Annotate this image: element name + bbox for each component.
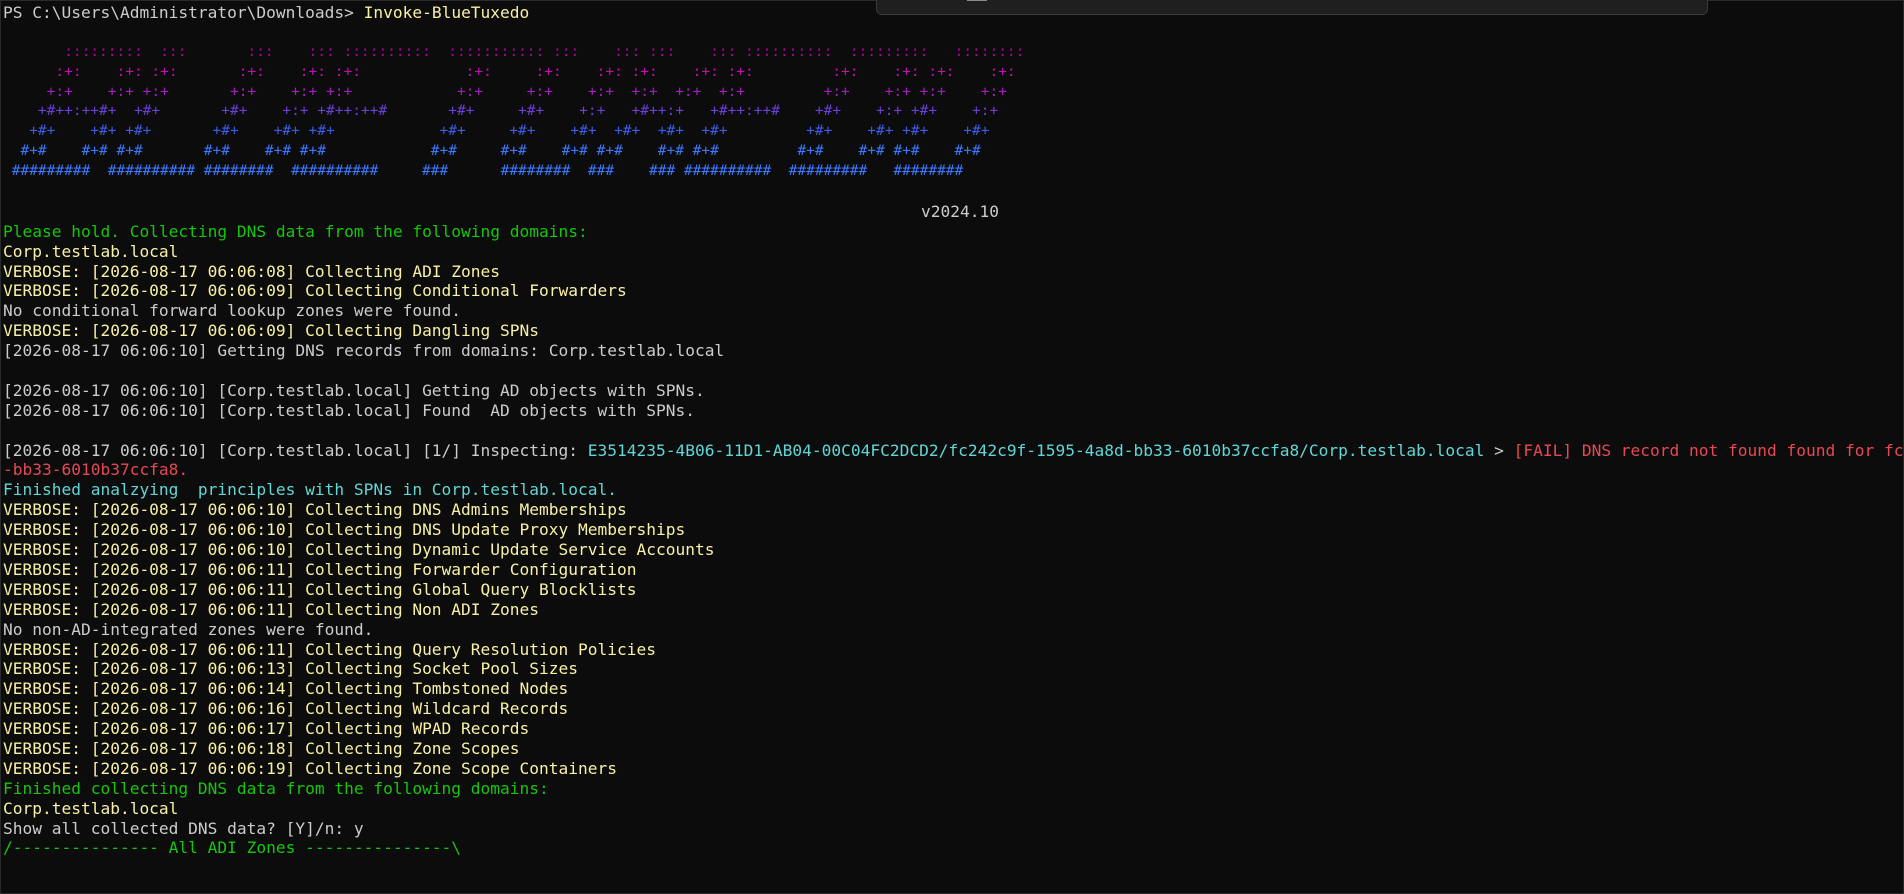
verbose-line: VERBOSE: [2026-08-17 06:06:13] Collectin… xyxy=(3,659,578,679)
banner-line: :+: :+: :+: :+: :+: :+: :+: :+: :+: :+: … xyxy=(3,63,1016,80)
output-line: Please hold. Collecting DNS data from th… xyxy=(3,221,588,241)
input-prompt-line[interactable]: Show all collected DNS data? [Y]/n: y xyxy=(3,819,1903,839)
banner-line: +#++:++#+ +#+ +#+ +:+ +#++:++# +#+ +#+ +… xyxy=(3,103,999,120)
verbose-line: VERBOSE: [2026-08-17 06:06:10] Collectin… xyxy=(3,540,715,560)
inspect-fail-wrap: -bb33-6010b37ccfa8. xyxy=(3,460,189,480)
section-header: /--------------- All ADI Zones ---------… xyxy=(3,838,462,858)
ascii-banner: ::::::::: ::: ::: ::: :::::::::: :::::::… xyxy=(3,43,1903,182)
terminal-output: PS C:\Users\Administrator\Downloads> Inv… xyxy=(3,3,1903,858)
output-line: [2026-08-17 06:06:10] Getting DNS record… xyxy=(3,341,725,361)
output-line: [2026-08-17 06:06:10] [Corp.testlab.loca… xyxy=(3,380,705,400)
banner-line: +:+ +:+ +:+ +:+ +:+ +:+ +:+ +:+ +:+ +:+ … xyxy=(3,83,1007,100)
output-line: No non-AD-integrated zones were found. xyxy=(3,619,374,639)
inspect-line: [2026-08-17 06:06:10] [Corp.testlab.loca… xyxy=(3,441,1903,461)
version-label: v2024.10 xyxy=(921,201,999,221)
output-line: Corp.testlab.local xyxy=(3,241,179,261)
verbose-line: VERBOSE: [2026-08-17 06:06:14] Collectin… xyxy=(3,679,569,699)
banner-line: +#+ +#+ +#+ +#+ +#+ +#+ +#+ +#+ +#+ +#+ … xyxy=(3,123,990,140)
verbose-line: VERBOSE: [2026-08-17 06:06:11] Collectin… xyxy=(3,559,637,579)
verbose-line: VERBOSE: [2026-08-17 06:06:11] Collectin… xyxy=(3,579,637,599)
output-line: Finished collecting DNS data from the fo… xyxy=(3,778,549,798)
inspect-spn: E3514235-4B06-11D1-AB04-00C04FC2DCD2/fc2… xyxy=(587,440,1485,460)
output-line: No conditional forward lookup zones were… xyxy=(3,301,462,321)
banner-line: ######### ########## ######## ##########… xyxy=(3,163,964,180)
verbose-line: VERBOSE: [2026-08-17 06:06:09] Collectin… xyxy=(3,321,540,341)
output-line: Finished analzying principles with SPNs … xyxy=(3,480,617,500)
inspect-arrow: > xyxy=(1484,440,1514,460)
verbose-line: VERBOSE: [2026-08-17 06:06:18] Collectin… xyxy=(3,738,520,758)
prompt-command: Invoke-BlueTuxedo xyxy=(363,3,530,22)
inspect-prefix: [2026-08-17 06:06:10] [Corp.testlab.loca… xyxy=(3,440,588,460)
banner-line: ::::::::: ::: ::: ::: :::::::::: :::::::… xyxy=(3,43,1025,60)
terminal-window[interactable]: PS C:\Users\Administrator\Downloads> Inv… xyxy=(0,0,1904,894)
verbose-line: VERBOSE: [2026-08-17 06:06:11] Collectin… xyxy=(3,639,656,659)
verbose-line: VERBOSE: [2026-08-17 06:06:08] Collectin… xyxy=(3,261,501,281)
verbose-line: VERBOSE: [2026-08-17 06:06:10] Collectin… xyxy=(3,520,686,540)
inspect-fail: [FAIL] DNS record not found found for fc… xyxy=(1513,440,1903,460)
output-line: [2026-08-17 06:06:10] [Corp.testlab.loca… xyxy=(3,400,695,420)
verbose-line: VERBOSE: [2026-08-17 06:06:10] Collectin… xyxy=(3,500,627,520)
prompt-line: PS C:\Users\Administrator\Downloads> Inv… xyxy=(3,3,1903,23)
verbose-line: VERBOSE: [2026-08-17 06:06:11] Collectin… xyxy=(3,599,540,619)
verbose-line: VERBOSE: [2026-08-17 06:06:09] Collectin… xyxy=(3,281,627,301)
prompt-path: PS C:\Users\Administrator\Downloads> xyxy=(3,3,354,22)
verbose-line: VERBOSE: [2026-08-17 06:06:16] Collectin… xyxy=(3,699,569,719)
banner-line: #+# #+# #+# #+# #+# #+# #+# #+# #+# #+# … xyxy=(3,143,981,160)
find-bar-indicator xyxy=(967,0,987,1)
output-line: Corp.testlab.local xyxy=(3,798,179,818)
verbose-line: VERBOSE: [2026-08-17 06:06:19] Collectin… xyxy=(3,758,617,778)
verbose-line: VERBOSE: [2026-08-17 06:06:17] Collectin… xyxy=(3,719,530,739)
